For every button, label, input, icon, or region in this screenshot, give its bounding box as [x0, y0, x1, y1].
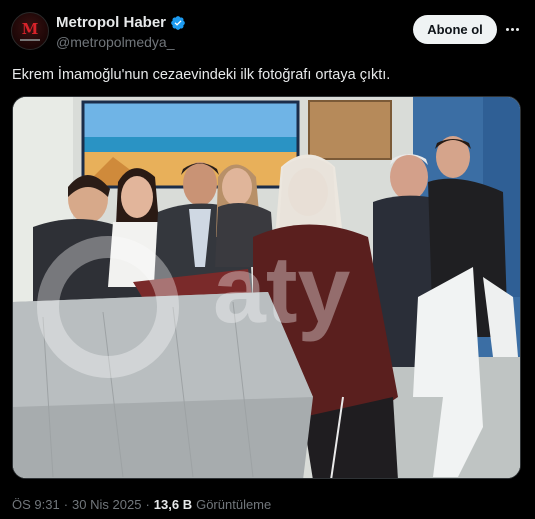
meta-separator: ·	[145, 497, 150, 512]
verified-badge-icon	[171, 15, 185, 30]
author-display-name[interactable]: Metropol Haber	[56, 14, 166, 31]
avatar-underline	[20, 38, 40, 41]
tweet-time[interactable]: ÖS 9:31	[12, 497, 60, 512]
tweet-meta: ÖS 9:31 · 30 Nis 2025 · 13,6 B Görüntüle…	[12, 497, 271, 512]
more-options-icon[interactable]	[503, 20, 521, 38]
views-label: Görüntüleme	[196, 497, 272, 512]
avatar[interactable]: M	[11, 12, 49, 50]
follow-button[interactable]: Abone ol	[413, 15, 497, 44]
tweet-text: Ekrem İmamoğlu'nun cezaevindeki ilk foto…	[12, 67, 391, 83]
author-handle[interactable]: @metropolmedya_	[56, 34, 175, 50]
photo-illustration: aty	[13, 97, 520, 478]
author-name-row: Metropol Haber	[56, 14, 186, 31]
views-count: 13,6 B	[153, 497, 193, 512]
tweet-photo[interactable]: aty	[12, 96, 521, 479]
svg-text:aty: aty	[213, 237, 350, 343]
meta-separator: ·	[63, 497, 69, 512]
tweet-date[interactable]: 30 Nis 2025	[72, 497, 141, 512]
avatar-letter: M	[21, 19, 39, 38]
